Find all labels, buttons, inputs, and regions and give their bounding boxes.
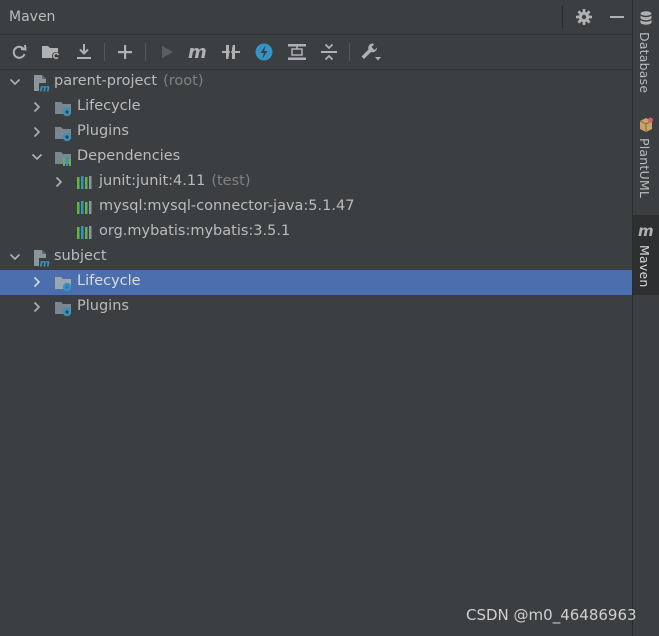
tree-node-suffix: (root): [163, 73, 204, 89]
plugins-folder-icon: [55, 127, 72, 142]
toolbar-separator: [349, 43, 350, 61]
sidebar-tab-label: PlantUML: [637, 138, 652, 198]
lightning-icon[interactable]: [252, 40, 276, 64]
chevron-right-icon[interactable]: [31, 276, 43, 288]
folder-refresh-icon[interactable]: [39, 40, 63, 64]
tool-window-title: Maven: [9, 9, 56, 25]
tree-node-dependency-junit[interactable]: junit:junit:4.11 (test): [0, 170, 632, 195]
wrench-icon[interactable]: [359, 40, 383, 64]
sidebar-tab-database[interactable]: Database: [633, 8, 659, 100]
tree-node-dependency-mysql[interactable]: mysql:mysql-connector-java:5.1.47: [0, 195, 632, 220]
sidebar-tab-plantuml[interactable]: PlantUML: [633, 112, 659, 204]
plugins-folder-icon: [55, 302, 72, 317]
svg-text:m: m: [638, 223, 654, 239]
maven-m-icon: m: [638, 223, 654, 239]
tree-node-dependency-mybatis[interactable]: org.mybatis:mybatis:3.5.1: [0, 220, 632, 245]
tree-node-plugins[interactable]: Plugins: [0, 120, 632, 145]
maven-projects-tree: m parent-project (root) Lifecycle Plugins…: [0, 70, 632, 636]
toolbar-separator: [145, 43, 146, 61]
download-icon[interactable]: [72, 40, 96, 64]
plus-icon[interactable]: [113, 40, 137, 64]
sidebar-tab-maven[interactable]: m Maven: [633, 215, 659, 295]
tree-node-dependencies[interactable]: Dependencies: [0, 145, 632, 170]
sidebar-tab-label: Database: [637, 32, 652, 94]
maven-project-icon: m: [34, 250, 50, 268]
tree-node-label: parent-project: [54, 73, 158, 89]
chevron-down-icon[interactable]: [9, 76, 21, 88]
tree-node-label: Lifecycle: [77, 273, 141, 289]
library-icon: [77, 226, 92, 239]
maven-toolbar: m: [0, 35, 632, 70]
diagram-icon[interactable]: [285, 40, 309, 64]
svg-text:m: m: [188, 43, 207, 61]
toolbar-separator: [104, 43, 105, 61]
tree-node-label: junit:junit:4.11: [99, 173, 206, 189]
database-icon: [640, 11, 652, 25]
chevron-right-icon[interactable]: [31, 301, 43, 313]
maven-m-icon[interactable]: m: [186, 40, 210, 64]
watermark: CSDN @m0_46486963: [466, 606, 637, 624]
tree-node-label: Lifecycle: [77, 98, 141, 114]
tool-window-header: Maven: [0, 0, 632, 35]
right-tool-window-strip: Database PlantUML m Maven: [632, 0, 659, 636]
offline-icon[interactable]: [219, 40, 243, 64]
chevron-down-icon[interactable]: [31, 151, 43, 163]
tree-node-label: Plugins: [77, 298, 129, 314]
reload-icon[interactable]: [7, 40, 31, 64]
header-separator: [562, 6, 563, 28]
chevron-right-icon[interactable]: [53, 176, 65, 188]
tree-node-plugins[interactable]: Plugins: [0, 295, 632, 320]
tree-node-parent-project[interactable]: m parent-project (root): [0, 70, 632, 95]
library-icon: [77, 201, 92, 214]
sidebar-tab-label: Maven: [637, 245, 652, 288]
tree-node-subject[interactable]: m subject: [0, 245, 632, 270]
tree-node-label: subject: [54, 248, 107, 264]
chevron-right-icon[interactable]: [31, 126, 43, 138]
lifecycle-folder-icon: [55, 277, 72, 292]
svg-text:m: m: [40, 84, 50, 93]
gear-icon[interactable]: [574, 7, 594, 27]
tree-node-label: Plugins: [77, 123, 129, 139]
play-icon[interactable]: [155, 40, 179, 64]
svg-text:m: m: [40, 259, 50, 268]
minimize-icon[interactable]: [607, 7, 627, 27]
tree-node-label: org.mybatis:mybatis:3.5.1: [99, 223, 291, 239]
plantuml-icon: [639, 117, 653, 132]
lifecycle-folder-icon: [55, 102, 72, 117]
tree-node-label: Dependencies: [77, 148, 181, 164]
tree-node-label: mysql:mysql-connector-java:5.1.47: [99, 198, 355, 214]
collapse-all-icon[interactable]: [317, 40, 341, 64]
chevron-right-icon[interactable]: [31, 101, 43, 113]
tree-node-lifecycle[interactable]: Lifecycle: [0, 95, 632, 120]
library-icon: [77, 176, 92, 189]
chevron-down-icon[interactable]: [9, 251, 21, 263]
dependencies-folder-icon: [55, 152, 71, 166]
tree-node-suffix: (test): [211, 173, 251, 189]
tree-node-lifecycle-selected[interactable]: Lifecycle: [0, 270, 632, 295]
maven-project-icon: m: [34, 75, 50, 93]
